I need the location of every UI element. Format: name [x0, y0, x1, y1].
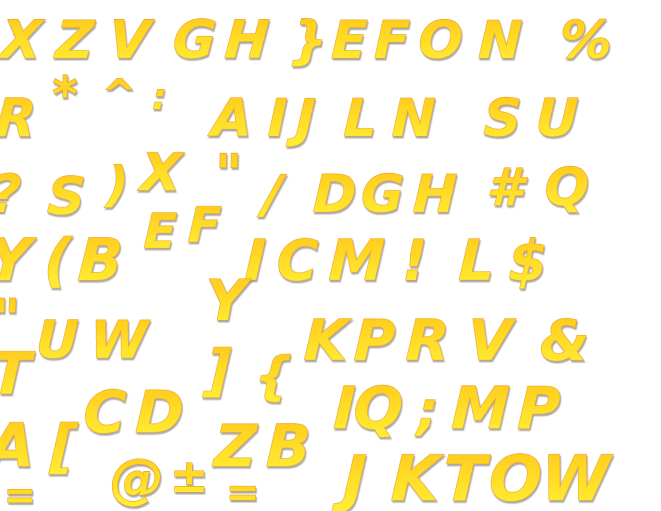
- glyph-13: *: [52, 67, 78, 123]
- glyph-12: R: [0, 89, 38, 149]
- glyph-3: V: [107, 11, 155, 71]
- glyph-70: ±: [170, 449, 209, 503]
- glyph-68: =: [4, 473, 36, 511]
- glyph-21: S: [483, 89, 523, 149]
- glyph-40: C: [276, 229, 319, 294]
- glyph-73: K: [390, 442, 445, 511]
- glyph-60: Q: [353, 374, 405, 442]
- glyph-24: S: [46, 167, 87, 227]
- glyph-74: T: [442, 442, 492, 511]
- glyph-43: L: [458, 229, 496, 294]
- glyph-11: %: [558, 11, 613, 71]
- glyph-32: #: [486, 158, 528, 218]
- glyph-61: ;: [415, 381, 440, 441]
- glyph-22: U: [535, 89, 579, 149]
- glyph-37: E: [143, 204, 178, 260]
- glyph-63: P: [517, 374, 562, 442]
- glyph-67: B: [265, 412, 312, 480]
- glyph-33: Q: [544, 158, 589, 218]
- glyph-1: X: [0, 11, 46, 71]
- glyph-28: /: [257, 165, 287, 225]
- glyph-5: H: [223, 11, 271, 71]
- glyph-17: I: [267, 89, 287, 149]
- glyph-72: J: [331, 442, 368, 511]
- glyph-sheet: X Z V G H} E F O N% R * ^: A I J L N S U? S) X " / D G H # Q Y(B E F I C…: [0, 0, 661, 511]
- glyph-39: I: [244, 229, 267, 294]
- glyph-50: P: [353, 309, 396, 374]
- glyph-76: W: [540, 442, 614, 511]
- glyph-69: @: [110, 447, 164, 510]
- glyph-49: K: [303, 309, 352, 374]
- glyph-48: Y: [206, 269, 252, 334]
- glyph-sprite-canvas: X Z V G H} E F O N %R * ^: A I J L N S U? S) X " / D G H # QY(B E FI C…: [0, 10, 614, 511]
- glyph-7: E: [331, 11, 369, 71]
- glyph-65: [: [48, 412, 79, 480]
- glyph-2: Z: [52, 11, 96, 71]
- glyph-56: {: [254, 347, 293, 407]
- glyph-23: ?: [0, 165, 23, 225]
- glyph-6: }: [290, 11, 327, 71]
- glyph-64: A: [0, 411, 36, 481]
- glyph-46: U: [35, 311, 79, 371]
- glyph-14: ^: [102, 72, 136, 118]
- glyph-71: =: [226, 470, 260, 511]
- glyph-57: C: [82, 378, 127, 446]
- glyph-51: R: [405, 309, 450, 374]
- glyph-38: F: [187, 198, 222, 254]
- glyph-10: N: [478, 11, 524, 71]
- glyph-19: L: [343, 89, 378, 149]
- glyph-47: W: [89, 311, 151, 371]
- glyph-35: (: [43, 226, 75, 294]
- glyph-42: !: [402, 229, 428, 294]
- glyph-53: &: [539, 309, 589, 374]
- glyph-18: J: [286, 89, 316, 149]
- glyph-4: G: [171, 11, 218, 71]
- glyph-15: :: [152, 77, 167, 118]
- glyph-44: $: [508, 229, 548, 294]
- glyph-62: M: [451, 374, 511, 442]
- glyph-30: G: [360, 165, 405, 225]
- glyph-55: ]: [202, 339, 232, 404]
- glyph-16: A: [207, 89, 253, 149]
- glyph-29: D: [312, 165, 357, 225]
- glyph-52: V: [467, 309, 517, 374]
- glyph-25: ): [104, 157, 130, 213]
- glyph-27: ": [214, 144, 242, 204]
- glyph-31: H: [412, 165, 458, 225]
- glyph-8: F: [374, 11, 411, 71]
- glyph-34: Y: [0, 226, 37, 294]
- glyph-36: B: [77, 226, 125, 294]
- glyph-41: M: [328, 229, 386, 294]
- glyph-26: X: [136, 143, 185, 203]
- glyph-58: D: [134, 378, 185, 446]
- glyph-20: N: [391, 89, 436, 149]
- glyph-75: O: [488, 442, 543, 511]
- glyph-54: T: [0, 340, 36, 408]
- glyph-9: O: [418, 11, 464, 71]
